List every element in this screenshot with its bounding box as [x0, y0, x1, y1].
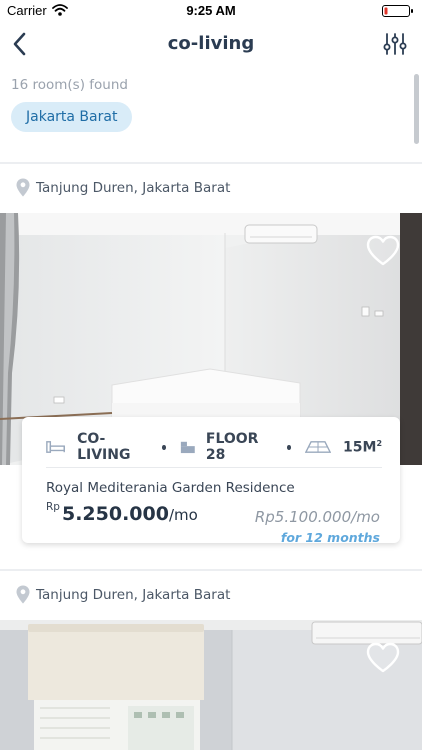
status-bar: Carrier 9:25 AM — [0, 0, 422, 22]
back-button[interactable] — [4, 26, 34, 62]
map-pin-icon — [16, 178, 30, 197]
results-count: 16 room(s) found — [11, 77, 128, 93]
price-amount: 5.250.000 — [61, 503, 169, 525]
status-time: 9:25 AM — [186, 3, 236, 18]
floor-area-icon — [304, 441, 332, 453]
divider — [46, 467, 382, 468]
room-size: 15M2 — [343, 438, 383, 456]
filter-button[interactable] — [382, 29, 408, 59]
listing-location: Tanjung Duren, Jakarta Barat — [16, 178, 230, 197]
room-photo — [0, 620, 422, 750]
listing-info-card[interactable]: CO-LIVING FLOOR 28 15M2 Royal Mediterani… — [22, 417, 400, 545]
long-term-note: for 12 months — [280, 530, 380, 545]
property-name: Royal Mediterania Garden Residence — [46, 480, 295, 496]
listing-location: Tanjung Duren, Jakarta Barat — [16, 585, 230, 604]
heart-outline-icon[interactable] — [366, 235, 400, 266]
floor-label: FLOOR 28 — [205, 431, 259, 463]
separator-dot — [161, 444, 167, 450]
navigation-bar: co-living — [0, 22, 422, 66]
price-period: /mo — [168, 506, 198, 524]
chevron-left-icon — [13, 32, 26, 56]
separator-dot — [286, 444, 291, 450]
battery-icon — [382, 5, 413, 17]
listing-photo[interactable] — [0, 620, 422, 750]
location-text: Tanjung Duren, Jakarta Barat — [36, 179, 231, 196]
location-text: Tanjung Duren, Jakarta Barat — [36, 586, 231, 603]
listing-specs: CO-LIVING FLOOR 28 15M2 — [46, 431, 383, 463]
map-pin-icon — [16, 585, 30, 604]
location-filter-chip[interactable]: Jakarta Barat — [11, 102, 133, 132]
scrollbar[interactable] — [414, 74, 419, 144]
listing-card[interactable]: Tanjung Duren, Jakarta Barat — [0, 571, 422, 750]
long-term-price: Rp5.100.000/mo — [254, 508, 380, 526]
room-type: CO-LIVING — [77, 431, 131, 463]
listing-card[interactable]: Tanjung Duren, Jakarta Barat — [0, 164, 422, 569]
results-summary: 16 room(s) found Jakarta Barat — [0, 66, 422, 162]
page-title: co-living — [167, 33, 255, 54]
heart-outline-icon[interactable] — [366, 642, 400, 673]
price: Rp 5.250.000/mo — [46, 501, 198, 525]
sliders-icon — [383, 33, 407, 55]
bed-icon — [46, 441, 65, 453]
price-currency: Rp — [46, 501, 60, 513]
building-icon — [181, 441, 196, 454]
